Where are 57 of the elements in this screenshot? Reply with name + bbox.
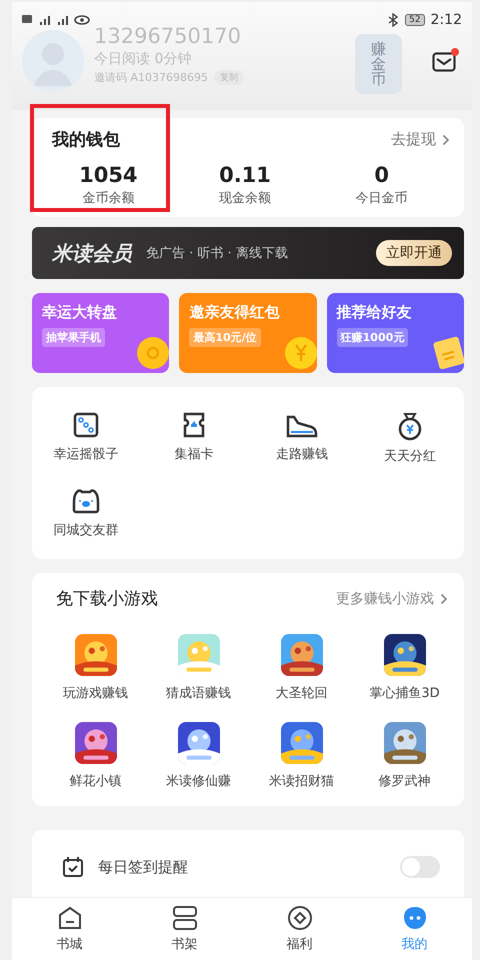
game-label[interactable]: 大圣轮回 <box>276 684 328 702</box>
stat-label: 今日金币 <box>356 190 408 207</box>
promo-title: 推荐给好友 <box>336 303 412 322</box>
promo-tag: 狂赚1000元 <box>336 328 408 347</box>
promo-tag: 抽苹果手机 <box>42 328 105 347</box>
nav-tab[interactable]: 书架 <box>127 898 242 960</box>
withdraw-link[interactable]: 去提现 <box>391 130 436 149</box>
open-vip-button[interactable]: 立即开通 <box>376 240 452 266</box>
promo-title: 邀亲友得红包 <box>189 303 280 322</box>
reading-time: 今日阅读 0分钟 <box>94 50 192 68</box>
shelf-icon <box>172 905 198 931</box>
vip-title: 米读会员 <box>52 240 132 266</box>
phone-number: 13296750170 <box>94 24 242 48</box>
stat-value: 0.11 <box>219 163 271 187</box>
home-icon <box>56 905 82 931</box>
vip-banner[interactable]: 米读会员 免广告 · 听书 · 离线下载 立即开通 <box>32 227 464 279</box>
stat-value: 0 <box>374 163 389 187</box>
promo-card[interactable]: 推荐给好友 狂赚1000元 <box>326 293 464 373</box>
game-label[interactable]: 玩游戏赚钱 <box>63 684 128 702</box>
game-label[interactable]: 掌心捕鱼3D <box>369 684 440 702</box>
game-label[interactable]: 鲜花小镇 <box>70 772 122 790</box>
chevron-right-icon[interactable] <box>442 134 450 146</box>
calendar-icon <box>62 856 84 878</box>
tool-label[interactable]: 天天分红 <box>384 447 436 465</box>
tool-label[interactable]: 同城交友群 <box>54 521 118 539</box>
game-label[interactable]: 修罗武神 <box>378 772 430 790</box>
dice-icon <box>72 411 100 439</box>
bear-icon <box>71 487 101 515</box>
chevron-right-icon[interactable] <box>440 592 448 604</box>
signal-icon <box>22 13 92 27</box>
vip-benefits: 免广告 · 听书 · 离线下载 <box>146 245 289 262</box>
nav-tab[interactable]: 福利 <box>242 898 357 960</box>
more-games-link[interactable]: 更多赚钱小游戏 <box>336 590 434 608</box>
coin-icon <box>286 905 312 931</box>
money-bag-icon <box>396 411 424 441</box>
game-label[interactable]: 猜成语赚钱 <box>166 684 231 702</box>
mail-icon[interactable] <box>432 52 456 72</box>
wallet-title: 我的钱包 <box>52 129 120 151</box>
battery-level: 52 <box>405 14 425 26</box>
reminder-toggle[interactable] <box>400 856 440 878</box>
clock-time: 2:12 <box>430 12 462 28</box>
tool-label[interactable]: 幸运摇骰子 <box>54 445 118 463</box>
game-label[interactable]: 米读修仙赚 <box>166 772 231 790</box>
section-title: 免下载小游戏 <box>56 588 158 610</box>
mascot-icon <box>402 905 428 931</box>
stat-label: 金币余额 <box>82 190 134 207</box>
game-label[interactable]: 米读招财猫 <box>269 772 334 790</box>
stat-label: 现金余额 <box>218 190 271 207</box>
bluetooth-icon <box>387 13 400 27</box>
promo-card[interactable]: 幸运大转盘 抽苹果手机 <box>32 293 170 373</box>
stat-value: 1054 <box>79 163 138 187</box>
tool-label[interactable]: 集福卡 <box>174 445 214 463</box>
tool-label[interactable]: 走路赚钱 <box>276 445 328 463</box>
promo-tag: 最高10元/位 <box>189 328 261 347</box>
promo-title: 幸运大转盘 <box>42 303 117 322</box>
nav-tab[interactable]: 书城 <box>12 898 127 960</box>
reminder-label: 每日签到提醒 <box>98 858 189 876</box>
